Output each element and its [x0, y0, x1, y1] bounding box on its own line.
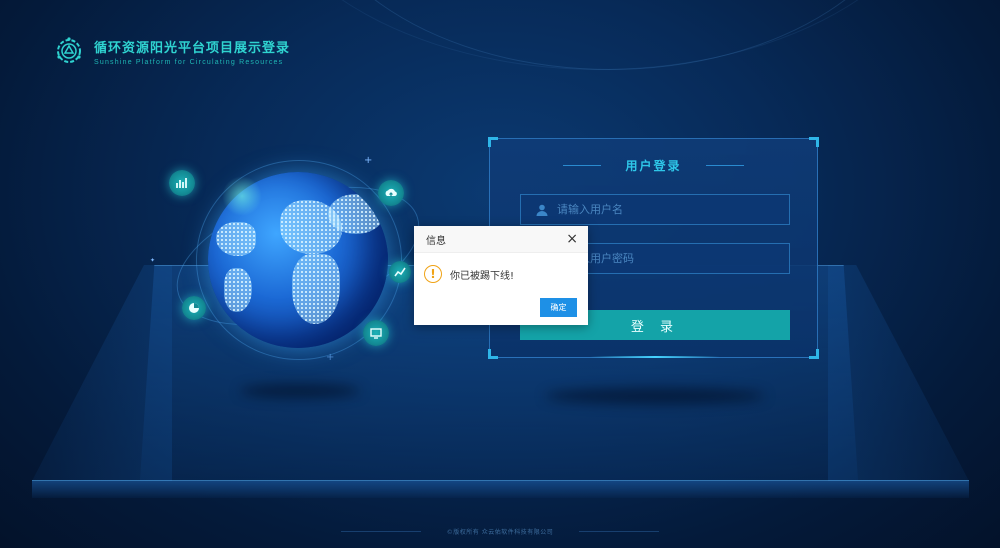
panel-shadow: [545, 388, 765, 404]
username-input[interactable]: [557, 203, 789, 216]
cloud-upload-icon: [378, 180, 404, 206]
login-title-row: 用户登录: [490, 157, 817, 174]
footer-divider: [579, 531, 660, 532]
panel-corner: [488, 349, 498, 359]
password-input[interactable]: [557, 252, 789, 265]
globe-land: [292, 254, 340, 324]
dialog-body: ! 你已被踢下线!: [414, 253, 588, 283]
login-title: 用户登录: [625, 159, 682, 173]
info-dialog: 信息 × ! 你已被踢下线! 确定: [414, 226, 588, 325]
dialog-header: 信息 ×: [414, 226, 588, 253]
footer: ©版权所有 众云佑软件科技有限公司: [0, 527, 1000, 536]
panel-corner: [809, 349, 819, 359]
chart-icon: [169, 170, 195, 196]
monitor-icon: [363, 320, 389, 346]
confirm-button[interactable]: 确定: [540, 298, 577, 317]
dialog-message: 你已被踢下线!: [450, 270, 515, 282]
globe-land: [224, 268, 252, 312]
sparkle-icon: ✦: [150, 257, 156, 264]
title-divider: [705, 165, 744, 166]
recycle-gear-logo-icon: [57, 37, 81, 63]
globe-glow: [222, 176, 262, 216]
panel-corner: [488, 137, 498, 147]
user-icon: [536, 204, 548, 216]
dialog-title: 信息: [426, 235, 446, 247]
panel-corner: [809, 137, 819, 147]
brand-header: 循环资源阳光平台项目展示登录 Sunshine Platform for Cir…: [54, 36, 290, 66]
warning-icon: !: [424, 265, 442, 283]
panel-bottom-glow: [590, 356, 720, 358]
platform-edge: [32, 480, 969, 498]
title-divider: [563, 165, 602, 166]
pie-chart-icon: [182, 296, 206, 320]
footer-divider: [340, 531, 421, 532]
sparkle-icon: +: [364, 155, 373, 166]
background-arc: [250, 0, 950, 70]
copyright-text: ©版权所有 众云佑软件科技有限公司: [446, 529, 554, 536]
brand-title: 循环资源阳光平台项目展示登录: [94, 40, 291, 56]
close-icon[interactable]: ×: [566, 232, 578, 246]
globe-land: [216, 222, 256, 256]
trend-icon: [389, 261, 411, 283]
globe-land: [328, 194, 384, 234]
globe-shadow: [240, 384, 360, 398]
username-field[interactable]: [520, 194, 790, 225]
brand-subtitle: Sunshine Platform for Circulating Resour…: [94, 58, 284, 66]
